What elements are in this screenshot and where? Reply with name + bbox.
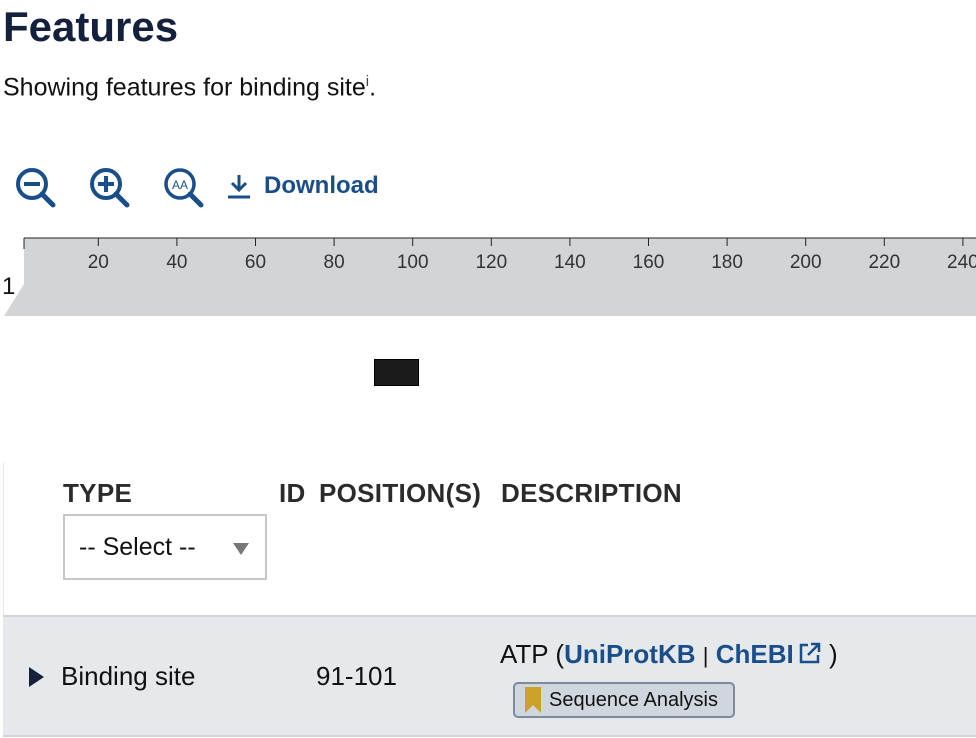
row-type: Binding site <box>61 661 196 691</box>
ruler-tick-label: 160 <box>633 252 665 273</box>
ruler-tick-label: 220 <box>868 252 900 273</box>
evidence-tag[interactable]: Sequence Analysis <box>513 682 735 718</box>
ruler-start-label: 1 <box>2 273 15 300</box>
features-subtitle: Showing features for binding sitei. <box>3 66 376 103</box>
ruler-tick-label: 200 <box>790 252 822 273</box>
ruler-tick-label: 120 <box>475 252 507 273</box>
evidence-label: Sequence Analysis <box>549 688 719 711</box>
ruler-tick-label: 180 <box>711 252 743 273</box>
binding-site-feature[interactable] <box>374 359 419 386</box>
row-position: 91-101 <box>316 661 397 691</box>
ruler-svg: 20 40 60 80 100 120 140 160 180 200 220 240 1 <box>2 237 976 316</box>
features-page: Features Showing features for binding si… <box>0 0 976 738</box>
ruler-tick-label: 80 <box>324 252 345 273</box>
download-label: Download <box>264 172 379 199</box>
ligand-name: ATP <box>500 639 549 669</box>
ruler-shade <box>4 238 976 316</box>
features-table-header: TYPE ID POSITION(S) DESCRIPTION -- Selec… <box>3 462 976 616</box>
description-column-header: DESCRIPTION <box>501 478 682 508</box>
ruler-tick-label: 140 <box>554 252 586 273</box>
select-caret-icon <box>233 543 249 555</box>
chebi-link[interactable]: ChEBI <box>716 639 822 669</box>
subtitle-text: Showing features for binding site <box>3 73 366 102</box>
ruler-tick-label: 100 <box>397 252 429 273</box>
sequence-ruler[interactable]: 20 40 60 80 100 120 140 160 180 200 220 240 1 <box>0 236 976 318</box>
table-row[interactable]: Binding site 91-101 ATP (UniProtKB | ChE… <box>3 615 976 737</box>
type-filter-value: -- Select -- <box>79 532 196 561</box>
type-filter-select[interactable]: -- Select -- <box>63 514 267 580</box>
ruler-tick-label: 40 <box>166 252 187 273</box>
svg-text:AA: AA <box>172 178 188 192</box>
paren-close: ) <box>828 639 838 669</box>
zoom-reset-icon[interactable]: AA <box>162 166 206 215</box>
feature-track <box>0 318 976 460</box>
type-column-header: TYPE <box>63 478 133 508</box>
ruler-tick-label: 60 <box>245 252 266 273</box>
positions-column-header: POSITION(S) <box>319 478 482 508</box>
uniprotkb-link[interactable]: UniProtKB <box>564 639 695 669</box>
link-separator: | <box>702 643 709 668</box>
id-column-header: ID <box>279 478 306 508</box>
external-link-icon <box>798 641 822 672</box>
bookmark-icon <box>525 687 541 713</box>
download-icon <box>228 175 250 199</box>
subtitle-period: . <box>369 73 377 102</box>
page-title: Features <box>3 3 179 50</box>
paren-open: ( <box>555 639 565 669</box>
ruler-tick-label: 240 <box>947 252 976 273</box>
zoom-out-icon[interactable] <box>14 166 58 215</box>
ruler-tick-label: 20 <box>88 252 109 273</box>
chebi-link-label: ChEBI <box>715 639 794 669</box>
row-description: ATP (UniProtKB | ChEBI ) <box>500 639 838 672</box>
download-button[interactable]: Download <box>226 170 379 202</box>
zoom-in-icon[interactable] <box>88 166 132 215</box>
expand-row-icon[interactable] <box>29 667 44 687</box>
